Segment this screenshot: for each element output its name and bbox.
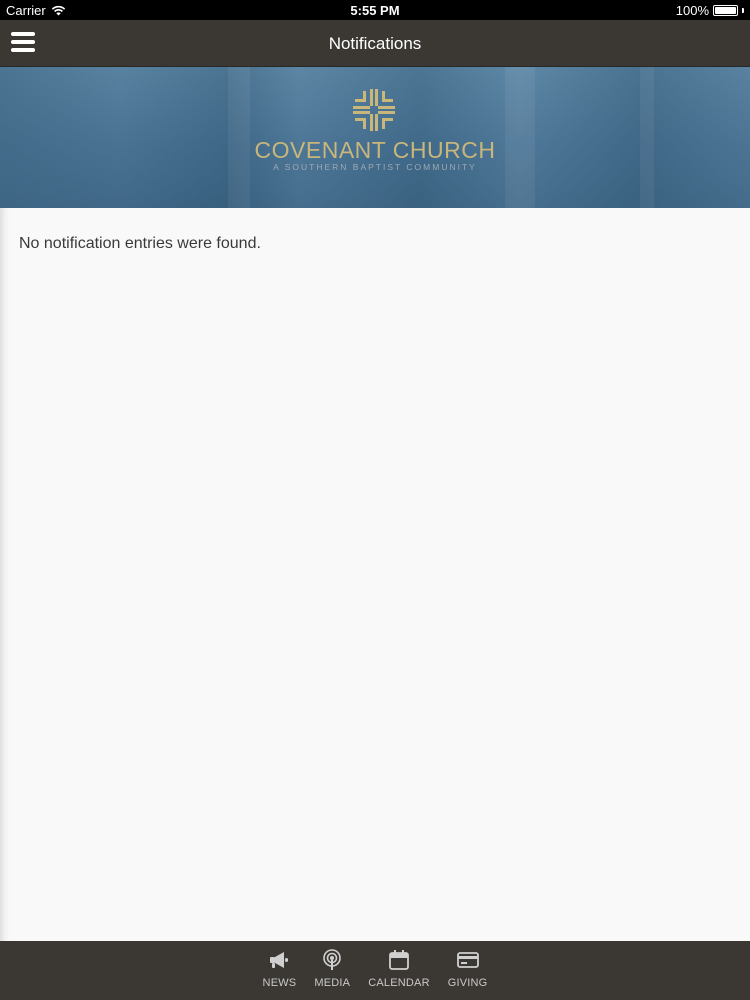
hamburger-menu-icon-line [11, 40, 35, 44]
nav-bar: Notifications [0, 20, 750, 67]
tab-calendar[interactable]: CALENDAR [359, 949, 439, 989]
status-right: 100% [676, 0, 744, 20]
status-bar: Carrier 5:55 PM 100% [0, 0, 750, 20]
empty-notifications-message: No notification entries were found. [19, 235, 261, 252]
status-time: 5:55 PM [350, 2, 400, 18]
tab-media-label: MEDIA [314, 977, 351, 989]
church-tagline: A SOUTHERN BAPTIST COMMUNITY [273, 162, 477, 172]
megaphone-icon [270, 952, 289, 968]
church-banner: COVENANT CHURCH A SOUTHERN BAPTIST COMMU… [0, 67, 750, 208]
podcast-icon [323, 949, 342, 970]
battery-fill [715, 6, 736, 14]
battery-icon [713, 4, 738, 16]
notifications-content: No notification entries were found. [0, 208, 750, 941]
tab-media[interactable]: MEDIA [305, 949, 359, 989]
credit-card-icon [456, 952, 479, 968]
page-title: Notifications [328, 33, 422, 53]
tab-giving[interactable]: GIVING [439, 949, 497, 989]
battery-cap [742, 7, 744, 13]
tab-bar: NEWS MEDIA CALENDAR GIVING [0, 941, 750, 1000]
calendar-icon [389, 950, 409, 970]
battery-percent: 100% [675, 2, 709, 18]
cross-logo-icon [353, 89, 395, 131]
tab-news[interactable]: NEWS [254, 949, 306, 989]
tab-calendar-label: CALENDAR [368, 977, 430, 989]
tab-news-label: NEWS [262, 977, 297, 989]
hamburger-menu-icon-line [11, 32, 35, 36]
tab-giving-label: GIVING [447, 977, 488, 989]
hamburger-menu-icon-line [11, 48, 35, 52]
tab-group: NEWS MEDIA CALENDAR GIVING [254, 949, 497, 989]
hamburger-menu-button[interactable] [11, 32, 35, 54]
church-name: COVENANT CHURCH [254, 137, 496, 163]
